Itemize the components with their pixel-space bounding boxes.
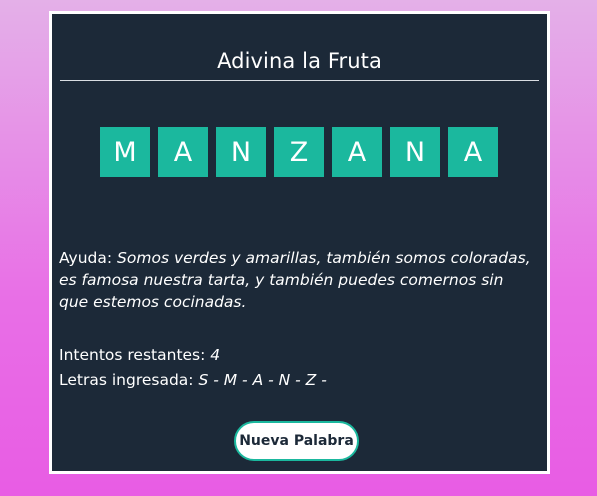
attempts-remaining: Intentos restantes: 4 <box>59 344 220 366</box>
letter-tile: Z <box>274 127 324 177</box>
letter-tile: N <box>390 127 440 177</box>
game-title: Adivina la Fruta <box>217 49 382 73</box>
letter-tile: A <box>158 127 208 177</box>
letter-tile: N <box>216 127 266 177</box>
new-word-button[interactable]: Nueva Palabra <box>234 421 359 461</box>
entered-letters: Letras ingresada: S - M - A - N - Z - <box>59 369 327 391</box>
entered-letters-label: Letras ingresada: <box>59 371 194 389</box>
word-tiles: M A N Z A N A <box>100 127 498 177</box>
entered-letters-value: S - M - A - N - Z - <box>198 371 327 389</box>
letter-tile: A <box>448 127 498 177</box>
help-label: Ayuda: <box>59 249 113 267</box>
attempts-label: Intentos restantes: <box>59 346 206 364</box>
game-card: Adivina la Fruta M A N Z A N A Ayuda: So… <box>49 11 550 474</box>
title-divider <box>60 80 539 81</box>
letter-tile: A <box>332 127 382 177</box>
help-text-block: Ayuda: Somos verdes y amarillas, también… <box>59 247 537 313</box>
attempts-value: 4 <box>210 346 221 364</box>
letter-tile: M <box>100 127 150 177</box>
help-clue: Somos verdes y amarillas, también somos … <box>59 249 531 311</box>
